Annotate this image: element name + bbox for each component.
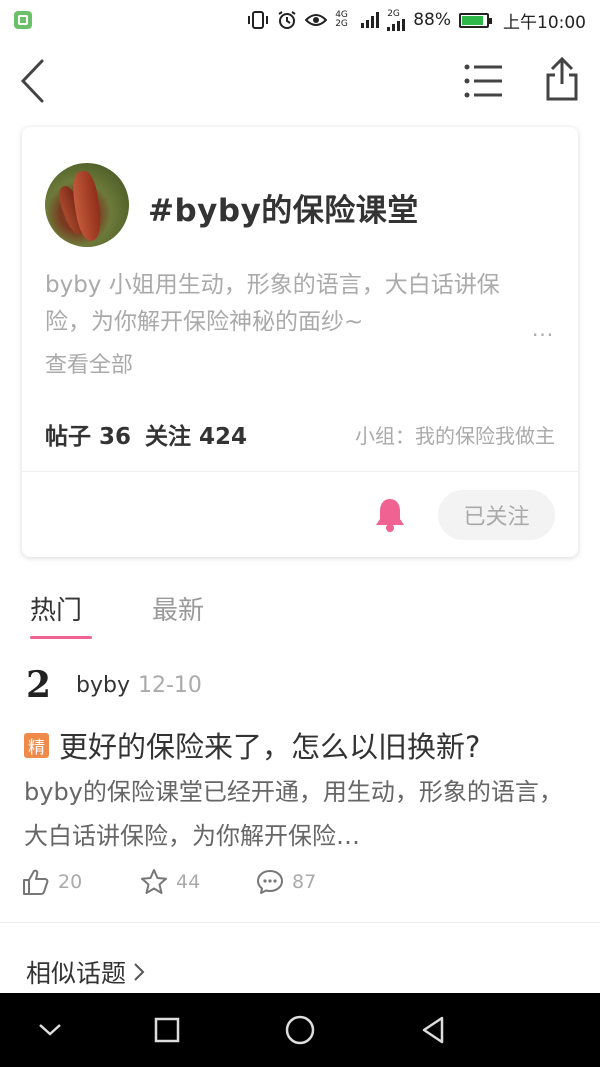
feed-tabs: 热门 最新: [0, 585, 600, 645]
vibrate-icon: [247, 11, 269, 29]
group-link[interactable]: 小组：我的保险我做主: [355, 420, 555, 449]
author-avatar[interactable]: 2: [26, 665, 56, 705]
posts-count: 帖子 36: [45, 424, 132, 450]
tab-hot[interactable]: 热门: [30, 590, 82, 627]
post-author-row[interactable]: 2 byby 12-10: [26, 663, 202, 707]
home-button[interactable]: [283, 1013, 317, 1047]
comment-icon: [257, 870, 283, 894]
signal-icon: 4G 2G: [335, 11, 353, 29]
topic-stats: 帖子 36 关注 424: [45, 417, 247, 451]
post-title[interactable]: 精 更好的保险来了，怎么以旧换新?: [24, 724, 480, 766]
list-menu-icon: [464, 64, 502, 98]
system-navigation-bar: [0, 993, 600, 1067]
like-button[interactable]: 20: [22, 868, 82, 896]
card-divider: [22, 471, 578, 472]
post-actions: 20 44 87: [22, 868, 422, 904]
star-icon: [141, 869, 167, 894]
share-icon: [546, 56, 578, 101]
collapse-icon: [39, 1024, 61, 1036]
description-ellipsis: ...: [532, 317, 555, 341]
chevron-right-icon: [134, 963, 145, 981]
signal-bars-icon: [361, 12, 380, 28]
status-time: 上午10:00: [503, 12, 586, 33]
recents-button[interactable]: [150, 1013, 184, 1047]
topic-avatar: [45, 163, 129, 247]
view-all-link[interactable]: 查看全部: [45, 347, 133, 379]
home-icon: [285, 1015, 315, 1045]
bell-icon: [376, 499, 404, 532]
topic-description: byby 小姐用生动，形象的语言，大白话讲保险，为你解开保险神秘的面纱~: [45, 272, 500, 335]
post-title-text: 更好的保险来了，怎么以旧换新?: [59, 730, 481, 764]
collapse-button[interactable]: [33, 1013, 67, 1047]
active-tab-indicator: [30, 636, 92, 639]
post-summary[interactable]: byby的保险课堂已经开通，用生动，形象的语言，大白话讲保险，为你解开保险…: [24, 770, 580, 858]
tab-latest[interactable]: 最新: [152, 590, 204, 627]
back-button[interactable]: [18, 58, 48, 104]
nav-back-button[interactable]: [416, 1013, 450, 1047]
similar-topics-label: 相似话题: [26, 959, 127, 988]
essence-badge: 精: [24, 732, 49, 758]
alarm-icon: [277, 10, 297, 30]
topic-title: #byby的保险课堂: [148, 193, 419, 229]
status-bar: 4G 2G 2G 88% 上午10:00: [0, 0, 600, 40]
follow-button[interactable]: 已关注: [438, 490, 555, 540]
favorite-button[interactable]: 44: [140, 868, 200, 896]
list-menu-button[interactable]: [464, 62, 504, 100]
network-label: 4G 2G: [335, 10, 348, 29]
recents-icon: [154, 1017, 180, 1043]
battery-icon: [459, 12, 492, 28]
signal2-label: 2G: [387, 8, 400, 19]
eye-icon: [305, 12, 328, 28]
comment-button[interactable]: 87: [256, 868, 316, 896]
app-icon: [14, 11, 32, 29]
signal2-icon: 2G: [387, 8, 406, 31]
notification-bell-button[interactable]: [374, 497, 406, 533]
top-nav-bar: [0, 40, 600, 122]
battery-percent: 88%: [413, 10, 451, 30]
back-icon: [20, 59, 44, 103]
similar-topics-link[interactable]: 相似话题: [26, 954, 146, 990]
topic-card: #byby的保险课堂 byby 小姐用生动，形象的语言，大白话讲保险，为你解开保…: [22, 127, 578, 557]
thumbs-up-icon: [23, 869, 49, 895]
followers-count: 关注 424: [145, 424, 248, 450]
post-divider: [0, 922, 600, 923]
like-count: 20: [58, 871, 83, 893]
comment-count: 87: [292, 871, 317, 893]
favorite-count: 44: [176, 871, 201, 893]
share-button[interactable]: [542, 56, 582, 102]
post-date: 12-10: [137, 672, 202, 698]
author-name[interactable]: byby: [76, 673, 130, 698]
back-nav-icon: [422, 1016, 444, 1044]
